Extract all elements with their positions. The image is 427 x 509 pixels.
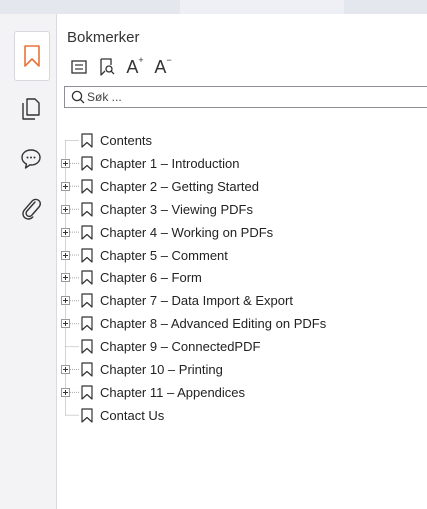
bookmark-icon [81, 408, 93, 423]
expand-toggle[interactable] [61, 158, 70, 168]
bookmarks-panel: Bokmerker A+ A− Søk ... Contents Chapter… [57, 14, 427, 509]
navigation-rail [0, 14, 57, 509]
top-strip-segment [344, 0, 427, 14]
bookmark-label: Chapter 7 – Data Import & Export [100, 293, 293, 309]
expand-toggle[interactable] [61, 250, 70, 260]
comments-icon [21, 149, 41, 169]
bookmarks-icon [24, 45, 40, 67]
bookmark-row[interactable]: Contact Us [57, 406, 417, 426]
window-top-strip [0, 0, 427, 14]
bookmark-row[interactable]: Chapter 11 – Appendices [57, 383, 417, 403]
bookmark-row[interactable]: Chapter 6 – Form [57, 268, 417, 288]
expand-toggle[interactable] [61, 319, 70, 329]
expand-toggle[interactable] [61, 181, 70, 191]
bookmark-row[interactable]: Chapter 10 – Printing [57, 360, 417, 380]
rail-comments-button[interactable] [14, 142, 48, 176]
bookmark-label: Chapter 3 – Viewing PDFs [100, 201, 253, 217]
rail-bookmarks-button[interactable] [14, 31, 50, 81]
bookmark-icon [81, 385, 93, 400]
bookmark-row[interactable]: Chapter 5 – Comment [57, 246, 417, 266]
bookmark-row[interactable]: Chapter 7 – Data Import & Export [57, 291, 417, 311]
bookmark-label: Contents [100, 133, 153, 148]
expand-toggle[interactable] [61, 273, 70, 283]
expand-toggle[interactable] [61, 227, 70, 237]
bookmark-icon [81, 156, 93, 171]
rail-attachments-button[interactable] [14, 192, 48, 226]
bookmark-icon [81, 362, 93, 377]
bookmark-icon [81, 293, 93, 308]
bookmark-icon [81, 133, 93, 148]
bookmark-icon [81, 316, 93, 331]
bookmark-label: Chapter 5 – Comment [100, 247, 228, 263]
bookmark-icon [81, 247, 93, 263]
pages-icon [22, 98, 40, 120]
expand-toggle[interactable] [61, 296, 70, 306]
bookmark-label: Chapter 9 – ConnectedPDF [100, 339, 261, 355]
expand-toggle[interactable] [61, 365, 70, 374]
bookmark-icon [81, 339, 93, 354]
top-strip-segment [0, 0, 180, 14]
bookmark-icon [81, 202, 93, 217]
bookmark-icon [81, 270, 93, 285]
bookmark-tree: Contents Chapter 1 – Introduction Chapter … [57, 14, 427, 509]
bookmark-label: Chapter 8 – Advanced Editing on PDFs [100, 316, 327, 332]
bookmark-label: Chapter 6 – Form [100, 270, 202, 286]
bookmark-row[interactable]: Chapter 4 – Working on PDFs [57, 223, 417, 243]
rail-pages-button[interactable] [14, 92, 48, 126]
bookmark-row[interactable]: Chapter 2 – Getting Started [57, 177, 417, 197]
bookmark-row[interactable]: Contents [57, 131, 417, 151]
bookmark-row[interactable]: Chapter 8 – Advanced Editing on PDFs [57, 314, 417, 334]
attachments-icon [22, 198, 41, 220]
bookmark-label: Chapter 4 – Working on PDFs [100, 224, 274, 240]
bookmark-label: Contact Us [100, 407, 165, 423]
expand-toggle[interactable] [61, 387, 70, 397]
bookmark-row[interactable]: Chapter 9 – ConnectedPDF [57, 337, 417, 357]
bookmark-label: Chapter 2 – Getting Started [100, 178, 259, 194]
bookmark-label: Chapter 1 – Introduction [100, 155, 240, 171]
bookmark-row[interactable]: Chapter 3 – Viewing PDFs [57, 200, 417, 220]
bookmark-label: Chapter 11 – Appendices [100, 384, 246, 400]
bookmark-icon [81, 224, 93, 240]
bookmark-row[interactable]: Chapter 1 – Introduction [57, 154, 417, 174]
expand-toggle[interactable] [61, 204, 70, 214]
bookmark-icon [81, 179, 93, 194]
bookmark-label: Chapter 10 – Printing [100, 362, 223, 377]
